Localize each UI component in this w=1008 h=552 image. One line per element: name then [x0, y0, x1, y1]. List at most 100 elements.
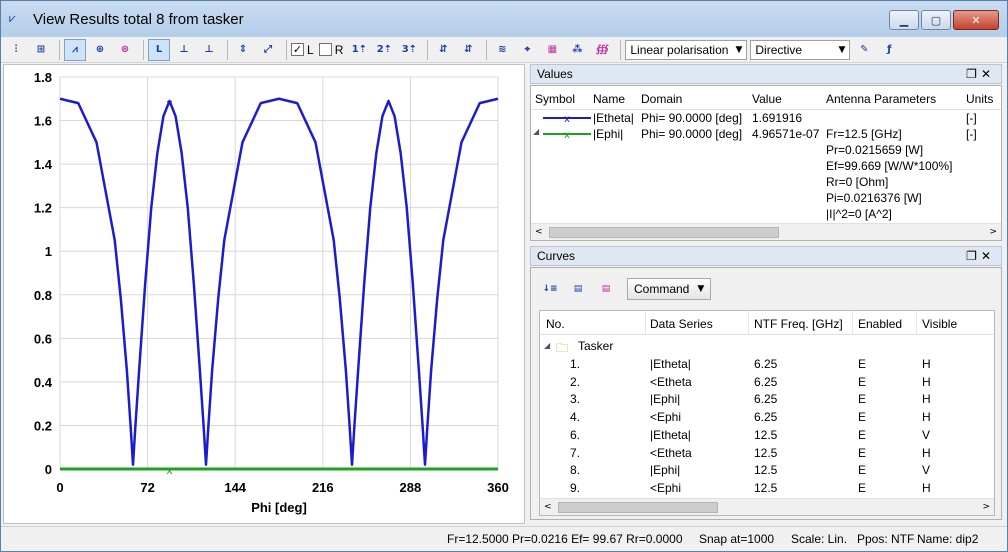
curves-delete-icon[interactable]: ▤	[595, 278, 617, 300]
table-row[interactable]: 4. <Ephi 6.25 E H	[540, 408, 994, 426]
polarisation-select[interactable]: Linear polarisation ▼	[625, 39, 748, 60]
x-tick-label: 288	[400, 480, 422, 495]
trace-2-icon[interactable]: 2⇡	[373, 39, 395, 61]
column-header[interactable]: No.	[546, 317, 565, 331]
column-header[interactable]: Domain	[641, 92, 682, 106]
curves-hscrollbar[interactable]: < >	[540, 498, 994, 515]
curve-freq-cell: 6.25	[754, 374, 778, 389]
autoscale-icon[interactable]: ⇕	[232, 39, 254, 61]
toolbar-separator	[227, 39, 228, 60]
column-header[interactable]: NTF Freq. [GHz]	[754, 317, 843, 331]
table-row[interactable]: 3. |Ephi| 6.25 E H	[540, 390, 994, 408]
trace-1-icon[interactable]: 1⇡	[348, 39, 370, 61]
close-icon[interactable]: ✕	[981, 249, 995, 263]
table-row[interactable]: 6. |Etheta| 12.5 E V	[540, 426, 994, 444]
trace-3-icon[interactable]: 3⇡	[398, 39, 420, 61]
scroll-thumb[interactable]	[549, 227, 779, 238]
checkbox-r-box[interactable]	[318, 43, 332, 56]
scroll-right-icon[interactable]: >	[982, 502, 990, 512]
db-scale-icon[interactable]: ⊥	[173, 39, 195, 61]
tree-group-row[interactable]: ◢ 🗀 Tasker	[540, 337, 994, 355]
curve-series-cell: |Ephi|	[650, 463, 681, 478]
waveform-icon[interactable]: ≋	[491, 39, 513, 61]
status-snap: Snap at=1000	[699, 532, 775, 546]
values-panel-title: Values	[537, 67, 573, 81]
column-header[interactable]: Enabled	[858, 317, 902, 331]
pen-icon[interactable]: ✎	[853, 39, 875, 61]
export-touchstone-icon[interactable]: ⇵	[432, 39, 454, 61]
y-tick-label: 1.6	[34, 114, 52, 129]
cursor-icon[interactable]: ⌖	[516, 39, 538, 61]
collapse-icon[interactable]: ◢	[544, 341, 550, 350]
toolbar-separator	[620, 39, 622, 60]
scroll-left-icon[interactable]: <	[544, 502, 552, 512]
group-label: Tasker	[578, 339, 614, 353]
gain-mode-value: Directive	[755, 42, 803, 57]
main-window: ⩗ View Results total 8 from tasker ▁ ▢ ✕…	[0, 0, 1008, 552]
column-header[interactable]: Units	[966, 92, 993, 106]
radiation-3d-icon[interactable]: ⁂	[566, 39, 588, 61]
maximize-button[interactable]: ▢	[921, 10, 951, 30]
function-icon[interactable]: ƒ	[878, 39, 900, 61]
surface-3d-icon[interactable]: ∰	[591, 39, 613, 61]
scroll-right-icon[interactable]: >	[989, 227, 997, 237]
curve-enabled-cell: E	[858, 463, 867, 478]
cartesian-plot-icon[interactable]: ⩘	[64, 38, 86, 61]
smith-grid-icon[interactable]: ⊞	[30, 39, 52, 61]
checkbox-l-box[interactable]: ✓	[291, 43, 304, 56]
collapse-icon[interactable]: ◢	[533, 127, 539, 136]
curve-visible-cell: V	[922, 463, 931, 478]
linear-scale-icon[interactable]: Ⅼ	[148, 38, 170, 61]
qu-scale-icon[interactable]: ⊥	[198, 39, 220, 61]
column-header[interactable]: Data Series	[650, 317, 713, 331]
column-header[interactable]: Symbol	[535, 92, 575, 106]
polar-plot-icon[interactable]: ⊕	[89, 39, 111, 61]
curves-table-icon[interactable]: ▤	[567, 278, 589, 300]
zoom-fit-icon[interactable]: ⤢	[257, 39, 279, 61]
status-bar: Fr=12.5000 Pr=0.0216 Ef= 99.67 Rr=0.0000…	[1, 526, 1007, 551]
table-row[interactable]: 9. <Ephi 12.5 E H	[540, 479, 994, 497]
column-header[interactable]: Antenna Parameters	[826, 92, 936, 106]
curve-visible-cell: H	[922, 445, 931, 460]
curve-enabled-cell: E	[858, 480, 867, 495]
restore-icon[interactable]: ❐	[966, 249, 981, 263]
sort-curves-icon[interactable]: ↓≡	[539, 278, 561, 300]
curve-visible-cell: V	[922, 427, 931, 442]
plot-area[interactable]: 0 0.2 0.4 0.6 0.8 1 1.2 1.4 1.6 1.8 0 72 144 216 288 36…	[3, 64, 525, 524]
close-icon[interactable]: ✕	[981, 67, 995, 81]
export-def-icon[interactable]: ⇵	[457, 39, 479, 61]
table-row[interactable]: 1. |Etheta| 6.25 E H	[540, 355, 994, 373]
scroll-thumb[interactable]	[558, 502, 718, 513]
column-header[interactable]: Value	[752, 92, 782, 106]
restore-icon[interactable]: ❐	[966, 67, 981, 81]
chart-svg[interactable]: 0 0.2 0.4 0.6 0.8 1 1.2 1.4 1.6 1.8 0 72 144 216 288 36…	[4, 65, 526, 525]
command-dropdown[interactable]: Command ▼	[627, 278, 712, 300]
ephi-symbol: x	[543, 130, 591, 140]
column-header[interactable]: Name	[593, 92, 625, 106]
y-tick-label: 0	[45, 462, 52, 477]
panel-buttons: ❐✕	[966, 249, 995, 263]
table-row[interactable]: 7. <Etheta 12.5 E H	[540, 444, 994, 462]
minimize-button[interactable]: ▁	[889, 10, 919, 30]
checkbox-r[interactable]: R	[318, 43, 343, 57]
pattern-icon[interactable]: ▦	[541, 39, 563, 61]
gain-mode-select[interactable]: Directive ▼	[750, 39, 851, 60]
curve-freq-cell: 12.5	[754, 480, 778, 495]
smith-chart-icon[interactable]: ⊛	[114, 39, 136, 61]
values-table: Symbol Name Domain Value Antenna Paramet…	[530, 85, 1002, 241]
command-label: Command	[634, 282, 690, 296]
column-header[interactable]: Visible	[922, 317, 957, 331]
s-parameters-icon[interactable]: ⫶	[5, 39, 27, 61]
scroll-left-icon[interactable]: <	[535, 227, 543, 237]
toolbar-separator	[427, 39, 429, 60]
values-hscrollbar[interactable]: < >	[531, 223, 1001, 240]
checkbox-l[interactable]: ✓ L	[291, 43, 314, 57]
svg-text:x: x	[564, 114, 570, 124]
status-scale: Scale: Lin.	[791, 532, 848, 546]
table-row[interactable]: 2. <Etheta 6.25 E H	[540, 373, 994, 391]
table-row[interactable]: 8. |Ephi| 12.5 E V	[540, 461, 994, 479]
value-value: 1.691916	[752, 111, 803, 125]
close-button[interactable]: ✕	[953, 10, 999, 30]
title-bar: ⩗ View Results total 8 from tasker ▁ ▢ ✕	[1, 1, 1007, 37]
y-tick-label: 0.8	[34, 288, 52, 303]
